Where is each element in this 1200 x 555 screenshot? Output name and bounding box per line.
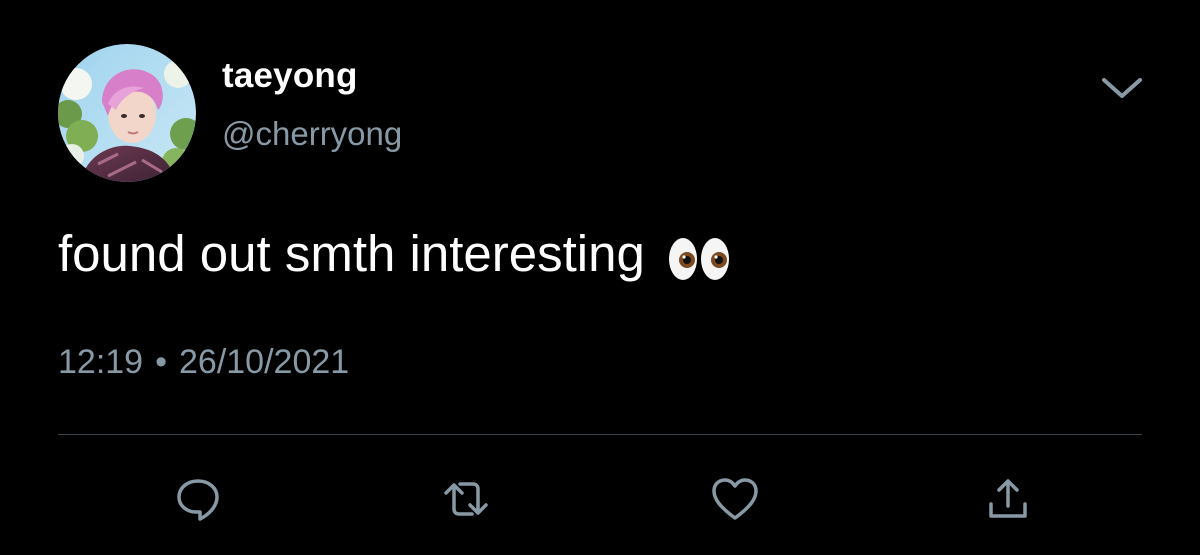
- reply-icon: [177, 479, 219, 521]
- heart-icon: [712, 478, 758, 520]
- like-button[interactable]: [709, 473, 761, 525]
- tweet-card: taeyong @cherryong found out smth intere…: [0, 0, 1200, 555]
- tweet-date: 26/10/2021: [179, 343, 350, 381]
- share-button[interactable]: [982, 473, 1034, 525]
- reply-button[interactable]: [172, 473, 224, 525]
- avatar-image: [58, 44, 196, 182]
- retweet-button[interactable]: [440, 473, 492, 525]
- share-icon: [989, 479, 1027, 518]
- tweet-body: found out smth interesting: [58, 225, 645, 282]
- chevron-down-icon: [1102, 78, 1142, 98]
- avatar[interactable]: [58, 44, 196, 182]
- eyes-emoji-icon: [667, 233, 731, 280]
- tweet-text: found out smth interesting: [58, 222, 731, 286]
- separator-dot: •: [155, 343, 167, 381]
- more-options-button[interactable]: [1096, 74, 1148, 104]
- user-handle[interactable]: @cherryong: [222, 112, 402, 156]
- divider: [58, 434, 1142, 435]
- retweet-icon: [444, 482, 488, 516]
- tweet-timestamp[interactable]: 12:19 • 26/10/2021: [58, 338, 349, 386]
- tweet-time: 12:19: [58, 343, 144, 381]
- display-name[interactable]: taeyong: [222, 54, 358, 98]
